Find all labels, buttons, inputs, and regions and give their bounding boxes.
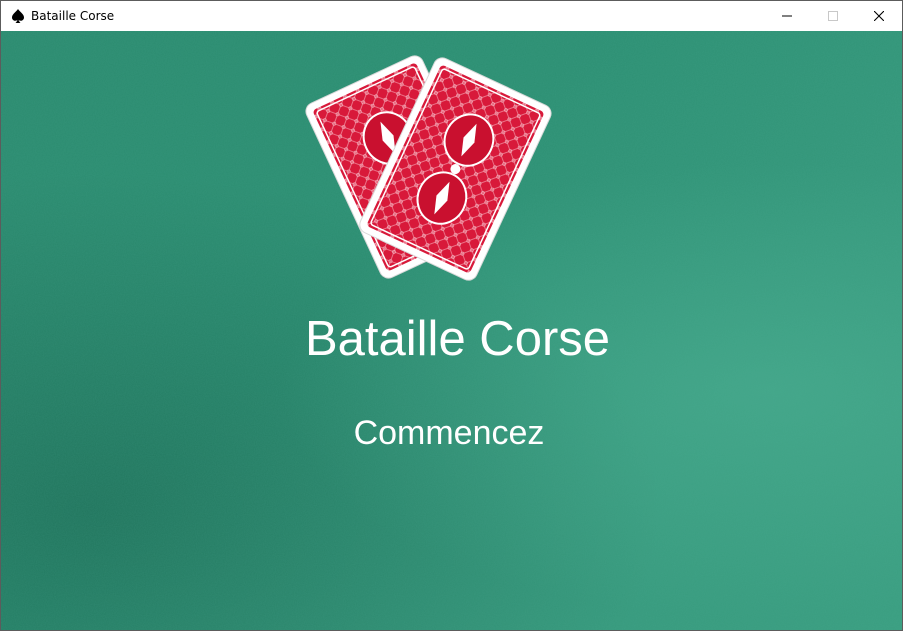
close-icon [874, 11, 884, 21]
window-title: Bataille Corse [31, 9, 115, 23]
maximize-button[interactable] [810, 1, 856, 31]
game-title: Bataille Corse [304, 312, 611, 366]
app-window: Bataille Corse Bataille Corse Commencez [0, 0, 903, 631]
spade-icon [10, 8, 26, 24]
minimize-icon [782, 15, 792, 17]
maximize-icon [828, 11, 838, 21]
title-bar[interactable]: Bataille Corse [1, 1, 902, 31]
start-button[interactable]: Commencez [331, 409, 567, 457]
minimize-button[interactable] [764, 1, 810, 31]
game-area: Bataille Corse Commencez [1, 31, 902, 630]
close-button[interactable] [856, 1, 902, 31]
card-backs-illustration [305, 55, 552, 281]
